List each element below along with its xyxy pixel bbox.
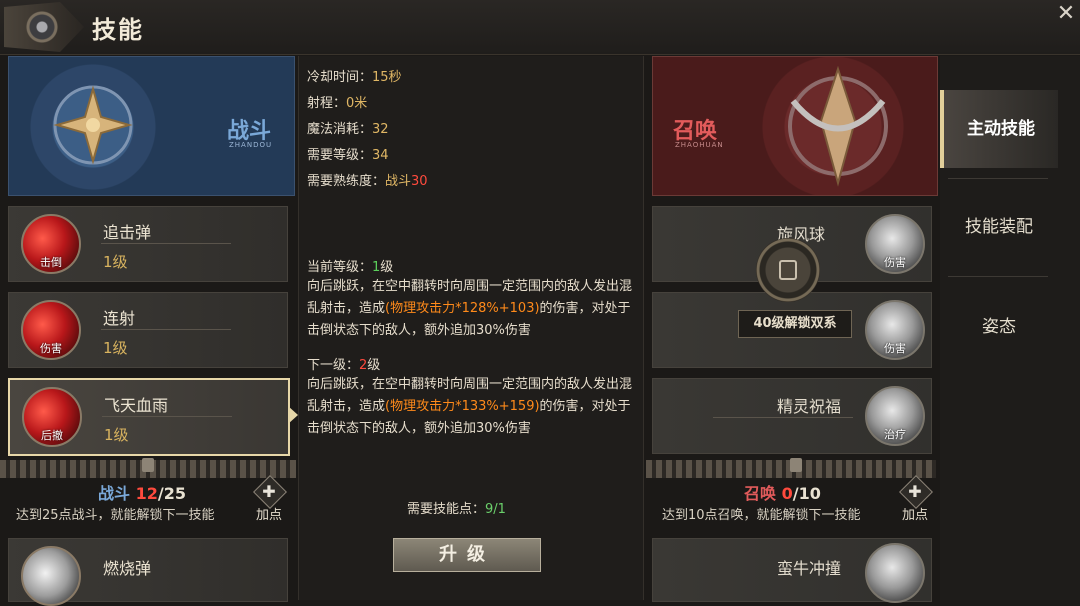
unlock-hint: 达到25点战斗，就能解锁下一技能 <box>16 508 215 523</box>
desc-formula: (物理攻击力*128%+103) <box>385 301 540 316</box>
cooldown-label: 冷却时间： <box>307 70 373 85</box>
dual-school-lock-icon <box>756 238 820 302</box>
dual-school-lock-text: 40级解锁双系 <box>738 310 852 338</box>
school-banner-zhandou: 战斗 ZHANDOU <box>8 56 295 196</box>
close-button[interactable]: ✕ <box>1054 2 1078 26</box>
upgrade-button[interactable]: 升级 <box>393 538 541 572</box>
next-level-suffix: 级 <box>367 358 381 373</box>
fire-bomb-skill-icon <box>21 546 81 606</box>
skill-level: 1级 <box>103 253 128 271</box>
skill-name: 精灵祝福 <box>777 397 842 416</box>
school-points: 召唤 0/10 <box>744 480 821 504</box>
mana-label: 魔法消耗： <box>307 122 373 137</box>
req-level-value: 34 <box>372 148 389 163</box>
blood-rain-skill-icon: 后撤 <box>22 387 82 447</box>
skill-details-panel: 冷却时间：15秒 射程：0米 魔法消耗：32 需要等级：34 需要熟练度：战斗3… <box>298 56 644 600</box>
whirlwind-skill-icon: 伤害 <box>865 214 925 274</box>
add-point-label: 加点 <box>256 508 283 523</box>
skill-card-feitianxueyu-selected[interactable]: 后撤 飞天血雨 1级 <box>8 378 290 456</box>
add-point-label: 加点 <box>902 508 929 523</box>
tab-divider <box>948 276 1048 277</box>
divider <box>101 243 231 244</box>
skill-tag: 后撤 <box>41 429 63 442</box>
next-level-description: 向后跳跃，在空中翻转时向周围一定范围内的敌人发出混乱射击，造成(物理攻击力*13… <box>307 374 635 434</box>
page-title: 技能 <box>92 16 144 44</box>
skill-tag: 治疗 <box>884 428 906 441</box>
skill-name: 追击弹 <box>103 223 152 242</box>
range-value: 0米 <box>346 96 368 111</box>
range-row: 射程：0米 <box>307 92 367 111</box>
divider <box>102 416 232 417</box>
points-label: 战斗 <box>98 484 131 503</box>
next-level-row: 下一级：2级 <box>307 354 380 373</box>
cost-value: 9/1 <box>485 502 506 517</box>
school-subtitle: ZHANDOU <box>229 141 273 149</box>
skill-name: 燃烧弹 <box>103 559 152 578</box>
skill-emblem-icon <box>4 2 84 52</box>
req-prof-school: 战斗 <box>385 174 412 189</box>
mana-value: 32 <box>372 122 389 137</box>
unlock-hint: 达到10点召唤，就能解锁下一技能 <box>662 508 861 523</box>
skill-level: 1级 <box>103 339 128 357</box>
next-level-label: 下一级： <box>307 358 360 373</box>
skill-tag: 伤害 <box>884 342 906 355</box>
rapid-shot-skill-icon: 伤害 <box>21 300 81 360</box>
points-current: 12 <box>135 484 158 503</box>
current-level-label: 当前等级： <box>307 260 373 275</box>
cooldown-value: 15秒 <box>372 70 402 85</box>
summon-emblem-icon <box>788 65 888 187</box>
lock-icon <box>790 458 802 472</box>
top-bar: 技能 ✕ <box>0 0 1080 55</box>
skill-card-zhuijidan[interactable]: 击倒 追击弹 1级 <box>8 206 288 282</box>
mana-row: 魔法消耗：32 <box>307 118 389 137</box>
school-banner-zhaohuan: 召唤 ZHAOHUAN <box>652 56 938 196</box>
tab-active-skills[interactable]: 主动技能 <box>940 90 1058 168</box>
skill-level: 1级 <box>104 426 129 444</box>
req-proficiency-row: 需要熟练度：战斗30 <box>307 170 428 189</box>
school-points: 战斗 12/25 <box>98 480 186 504</box>
skill-card-manniuchongzhuang[interactable]: 蛮牛冲撞 <box>652 538 932 603</box>
skill-tag: 击倒 <box>40 256 62 269</box>
range-label: 射程： <box>307 96 347 111</box>
skill-tag: 伤害 <box>40 342 62 355</box>
desc-formula: (物理攻击力*133%+159) <box>385 399 540 414</box>
tab-stance[interactable]: 姿态 <box>940 288 1058 366</box>
skill-name: 飞天血雨 <box>104 396 169 415</box>
school-subtitle: ZHAOHUAN <box>675 141 724 149</box>
divider <box>101 329 231 330</box>
left-school-panel: 战斗 ZHANDOU 击倒 追击弹 1级 伤害 连射 1级 后撤 飞天血雨 1级… <box>0 56 296 606</box>
lock-icon <box>142 458 154 472</box>
skill-name: 蛮牛冲撞 <box>777 559 842 578</box>
spirit-blessing-skill-icon: 治疗 <box>865 386 925 446</box>
req-level-label: 需要等级： <box>307 148 373 163</box>
current-level-description: 向后跳跃，在空中翻转时向周围一定范围内的敌人发出混乱射击，造成(物理攻击力*12… <box>307 276 635 342</box>
side-tabs: 主动技能 技能装配 姿态 <box>940 56 1080 600</box>
cost-label: 需要技能点： <box>407 502 486 517</box>
bull-charge-skill-icon <box>865 543 925 603</box>
current-level-row: 当前等级：1级 <box>307 256 393 275</box>
tab-divider <box>948 178 1048 179</box>
points-total: /10 <box>792 484 821 503</box>
req-level-row: 需要等级：34 <box>307 144 389 163</box>
arrow-skill-icon: 击倒 <box>21 214 81 274</box>
points-current: 0 <box>781 484 793 503</box>
points-total: /25 <box>157 484 186 503</box>
selection-pointer <box>288 406 298 424</box>
points-label: 召唤 <box>744 484 777 503</box>
cross-emblem-icon <box>53 85 133 165</box>
cooldown-row: 冷却时间：15秒 <box>307 66 402 85</box>
skill-point-cost: 需要技能点：9/1 <box>407 498 506 517</box>
tab-skill-equip[interactable]: 技能装配 <box>940 188 1058 266</box>
skill-name: 连射 <box>103 309 136 328</box>
divider <box>713 417 853 418</box>
req-prof-label: 需要熟练度： <box>307 174 386 189</box>
claw-skill-icon: 伤害 <box>865 300 925 360</box>
skill-card-lianshe[interactable]: 伤害 连射 1级 <box>8 292 288 368</box>
current-level-suffix: 级 <box>380 260 394 275</box>
req-prof-value: 30 <box>411 174 428 189</box>
skill-card-ranshaodan[interactable]: 燃烧弹 <box>8 538 288 606</box>
skill-card-jinglingzhufu[interactable]: 精灵祝福 治疗 <box>652 378 932 454</box>
skill-tag: 伤害 <box>884 256 906 269</box>
